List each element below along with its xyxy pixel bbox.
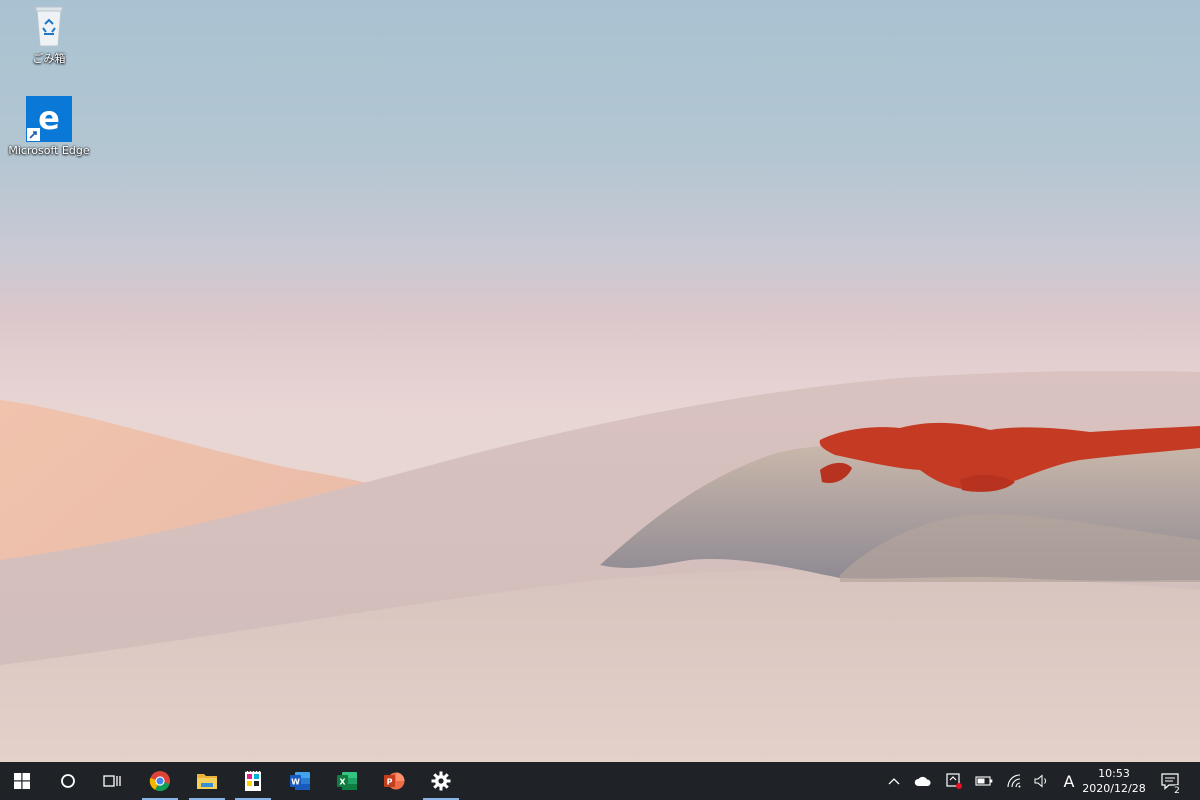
cortana-button[interactable] (46, 762, 90, 800)
taskbar-word-button[interactable]: W (278, 762, 322, 800)
excel-icon: X (337, 772, 357, 790)
taskbar-excel-button[interactable]: X (325, 762, 369, 800)
taskbar-file-explorer-button[interactable] (185, 762, 229, 800)
edge-icon: e (26, 96, 72, 142)
wifi-tray-button[interactable] (1000, 762, 1028, 800)
desktop-icon-recycle-bin[interactable]: ごみ箱 (9, 4, 89, 66)
svg-text:P: P (387, 778, 393, 787)
taskbar-powerpoint-button[interactable]: P (372, 762, 416, 800)
taskbar-settings-button[interactable] (419, 762, 463, 800)
settings-gear-icon (431, 771, 451, 791)
file-explorer-icon (197, 774, 217, 789)
onedrive-tray-button[interactable] (909, 762, 937, 800)
show-hidden-icons-button[interactable] (880, 762, 908, 800)
taskbar: W X P A 10:53 2020/12/28 2 (0, 762, 1200, 800)
word-icon: W (290, 772, 310, 790)
volume-icon (1034, 774, 1047, 788)
svg-text:e: e (38, 99, 60, 137)
clock[interactable]: 10:53 2020/12/28 (1078, 762, 1150, 800)
desert-wallpaper (0, 370, 1200, 762)
chevron-up-icon (888, 778, 900, 785)
taskbar-paint-button[interactable] (231, 762, 275, 800)
svg-text:W: W (291, 778, 300, 787)
taskbar-chrome-button[interactable] (138, 762, 182, 800)
onedrive-cloud-icon (914, 776, 931, 786)
action-center-button[interactable]: 2 (1155, 762, 1185, 800)
wifi-icon (1007, 774, 1021, 788)
start-button[interactable] (0, 762, 44, 800)
battery-icon (975, 776, 993, 786)
desktop-icon-label: Microsoft Edge (8, 144, 90, 157)
windows-start-icon (14, 773, 30, 789)
desktop-icon-microsoft-edge[interactable]: e Microsoft Edge (8, 96, 90, 157)
powerpoint-icon: P (384, 772, 405, 790)
notification-count-badge: 2 (1171, 785, 1183, 797)
chrome-icon (149, 771, 170, 792)
recycle-bin-icon (35, 6, 63, 47)
svg-text:X: X (339, 778, 346, 787)
paint-app-icon (245, 770, 261, 791)
clock-time: 10:53 (1098, 767, 1130, 780)
task-view-button[interactable] (90, 762, 134, 800)
task-view-icon (103, 775, 121, 787)
desktop-icon-label: ごみ箱 (32, 52, 66, 65)
volume-tray-button[interactable] (1028, 762, 1056, 800)
desktop-background: ごみ箱 e Microsoft Edge (0, 0, 1200, 762)
cortana-search-icon (61, 774, 75, 788)
screen-recorder-icon (946, 773, 962, 789)
clock-date: 2020/12/28 (1082, 782, 1146, 795)
battery-tray-button[interactable] (970, 762, 998, 800)
screen-recorder-tray-button[interactable] (940, 762, 968, 800)
